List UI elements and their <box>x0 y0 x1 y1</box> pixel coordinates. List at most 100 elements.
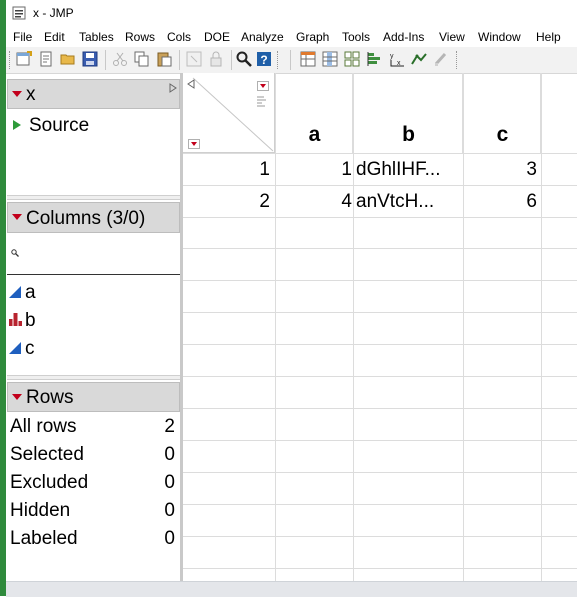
rows-panel-body: All rows 2 Selected 0 Excluded 0 Hidden … <box>7 412 180 580</box>
rows-panel-header[interactable]: Rows <box>7 382 180 412</box>
toolbar-grip[interactable] <box>9 51 13 69</box>
rows-label-excluded: Excluded <box>10 472 89 493</box>
red-triangle-icon[interactable] <box>257 81 269 91</box>
search-underline <box>7 274 180 275</box>
grid-line <box>183 440 577 441</box>
rows-label-selected: Selected <box>10 444 84 465</box>
rows-label-all: All rows <box>10 416 77 437</box>
column-header-c[interactable]: c <box>464 73 541 153</box>
rows-value-excluded: 0 <box>164 472 175 493</box>
jmp-app-icon <box>12 6 26 20</box>
column-item-a[interactable]: a <box>7 281 180 307</box>
column-header-label: b <box>402 123 415 146</box>
cell-c[interactable]: 3 <box>526 159 537 181</box>
open-icon[interactable] <box>60 51 76 67</box>
menu-tools[interactable]: Tools <box>342 30 370 44</box>
columns-panel-header[interactable]: Columns (3/0) <box>7 202 180 233</box>
grid-icon[interactable] <box>344 51 360 67</box>
data-table-icon[interactable] <box>300 51 316 67</box>
fit-model-icon[interactable] <box>411 51 427 67</box>
table-name: x <box>26 84 36 105</box>
columns-panel-body: a b c <box>7 233 180 375</box>
menu-tables[interactable]: Tables <box>79 30 114 44</box>
save-icon[interactable] <box>82 51 98 67</box>
menu-window[interactable]: Window <box>478 30 521 44</box>
grid-line <box>183 280 577 281</box>
toolbar: ? yx <box>6 47 577 74</box>
panel-divider[interactable] <box>7 195 180 200</box>
toolbar-separator <box>179 50 180 70</box>
distribution-icon[interactable] <box>367 51 383 67</box>
row-number: 1 <box>259 159 270 180</box>
grid-line <box>183 472 577 473</box>
red-triangle-icon[interactable] <box>12 214 22 220</box>
help-icon[interactable]: ? <box>256 51 272 67</box>
grid-line <box>183 312 577 313</box>
graph-builder-icon[interactable] <box>433 51 449 67</box>
panel-divider[interactable] <box>7 375 180 380</box>
menu-edit[interactable]: Edit <box>44 30 65 44</box>
table-row[interactable]: 1 1 dGhlIHF... 3 <box>183 154 541 185</box>
menu-cols[interactable]: Cols <box>167 30 191 44</box>
new-script-icon[interactable] <box>38 51 54 67</box>
cell-b[interactable]: anVtcH... <box>356 191 434 213</box>
copy-table-icon[interactable] <box>186 51 202 67</box>
continuous-icon <box>9 286 21 298</box>
cell-a[interactable]: 1 <box>341 159 352 181</box>
cell-a[interactable]: 4 <box>341 191 352 213</box>
grid-line <box>183 504 577 505</box>
red-triangle-icon[interactable] <box>188 139 200 149</box>
columns-panel-title: Columns (3/0) <box>26 208 146 229</box>
red-triangle-icon[interactable] <box>12 394 22 400</box>
menu-view[interactable]: View <box>439 30 465 44</box>
cut-icon[interactable] <box>112 51 128 67</box>
collapse-arrow-icon[interactable] <box>187 79 195 89</box>
table-row[interactable]: 2 4 anVtcH... 6 <box>183 186 541 217</box>
paste-icon[interactable] <box>156 51 172 67</box>
svg-text:?: ? <box>260 53 267 67</box>
window-title: x - JMP <box>33 6 74 20</box>
row-state-icon[interactable] <box>255 95 267 107</box>
toolbar-grip[interactable] <box>456 51 460 69</box>
menu-doe[interactable]: DOE <box>204 30 230 44</box>
lock-icon[interactable] <box>208 51 224 67</box>
grid-corner[interactable] <box>183 73 275 153</box>
column-item-c[interactable]: c <box>7 337 180 363</box>
column-search-input[interactable] <box>21 243 180 265</box>
search-icon <box>11 249 19 257</box>
column-info-icon[interactable] <box>322 51 338 67</box>
grid-line <box>183 217 577 218</box>
column-item-b[interactable]: b <box>7 309 180 335</box>
rows-panel-title: Rows <box>26 387 74 408</box>
grid-line <box>183 248 577 249</box>
menu-file[interactable]: File <box>13 30 32 44</box>
collapse-arrow-icon[interactable] <box>169 83 177 93</box>
source-disclosure-icon[interactable] <box>12 119 22 131</box>
column-header-b[interactable]: b <box>354 73 463 153</box>
table-panel-header[interactable]: x <box>7 79 180 109</box>
fit-y-by-x-icon[interactable]: yx <box>389 51 405 67</box>
menu-analyze[interactable]: Analyze <box>241 30 284 44</box>
cell-c[interactable]: 6 <box>526 191 537 213</box>
toolbar-separator <box>231 50 232 70</box>
toolbar-grip[interactable] <box>277 51 281 69</box>
rows-value-hidden: 0 <box>164 500 175 521</box>
menu-help[interactable]: Help <box>536 30 561 44</box>
menu-add-ins[interactable]: Add-Ins <box>383 30 424 44</box>
source-script-label[interactable]: Source <box>29 115 89 137</box>
menu-rows[interactable]: Rows <box>125 30 155 44</box>
grid-line <box>183 408 577 409</box>
table-panel-body: Source <box>7 109 180 194</box>
menu-graph[interactable]: Graph <box>296 30 329 44</box>
column-header-a[interactable]: a <box>276 73 353 153</box>
cell-b[interactable]: dGhlIHF... <box>356 159 440 181</box>
rows-value-all: 2 <box>164 416 175 437</box>
row-number: 2 <box>259 191 270 212</box>
copy-icon[interactable] <box>134 51 150 67</box>
search-icon[interactable] <box>236 51 252 67</box>
column-header-label: a <box>308 123 321 146</box>
red-triangle-icon[interactable] <box>12 91 22 97</box>
rows-value-selected: 0 <box>164 444 175 465</box>
new-table-icon[interactable] <box>16 51 32 67</box>
grid-line <box>183 344 577 345</box>
